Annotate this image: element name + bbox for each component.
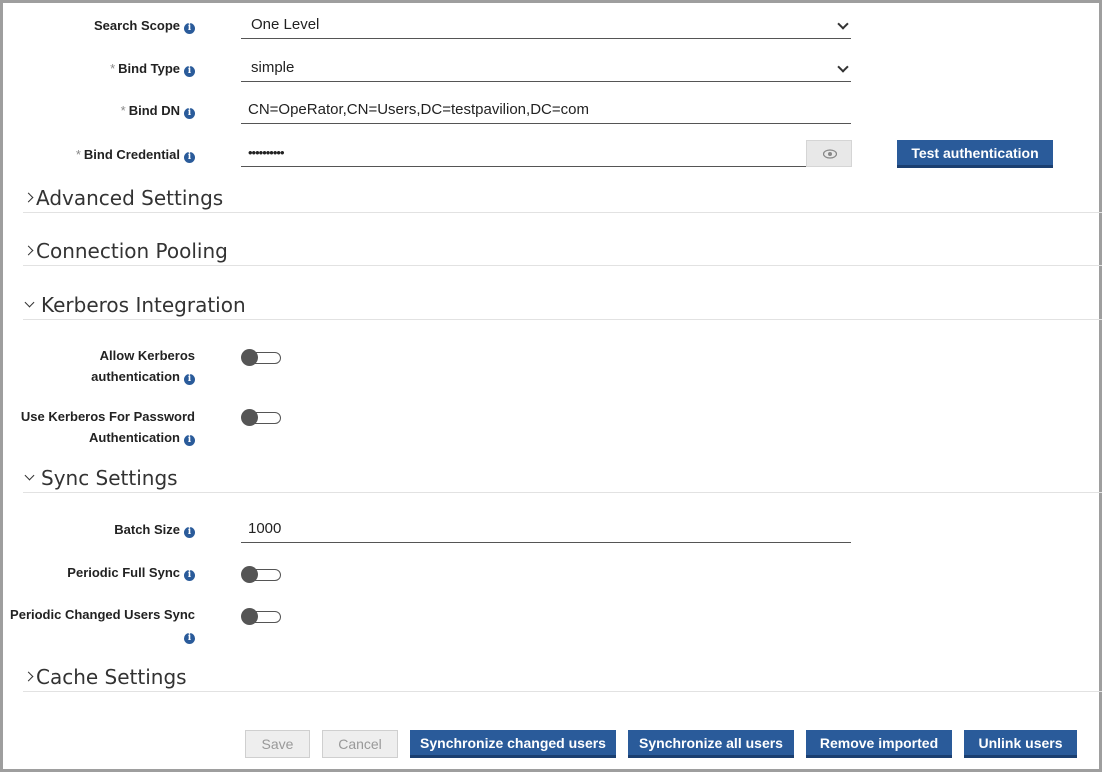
required-marker: * (75, 147, 81, 162)
required-marker: * (110, 61, 116, 76)
chevron-right-icon (23, 671, 34, 682)
remove-imported-button[interactable]: Remove imported (806, 730, 952, 758)
eye-icon (823, 149, 837, 159)
toggle-knob (241, 409, 258, 426)
section-cache-settings[interactable]: Cache Settings (23, 662, 1102, 692)
info-icon[interactable]: i (184, 23, 195, 34)
save-button[interactable]: Save (245, 730, 310, 758)
section-connection-pooling[interactable]: Connection Pooling (23, 236, 1102, 266)
search-scope-select[interactable]: One Level (241, 11, 851, 39)
batch-size-input[interactable]: 1000 (241, 515, 851, 543)
bind-credential-label: * Bind Credential i (76, 144, 195, 165)
use-kerberos-password-label: Use Kerberos For Password Authentication… (20, 409, 195, 446)
unlink-users-button[interactable]: Unlink users (964, 730, 1077, 758)
synchronize-all-users-button[interactable]: Synchronize all users (628, 730, 794, 758)
info-icon[interactable]: i (184, 527, 195, 538)
bind-dn-input[interactable]: CN=OpeRator,CN=Users,DC=testpavilion,DC=… (241, 96, 851, 124)
chevron-down-icon (837, 18, 849, 30)
chevron-down-icon (24, 470, 35, 481)
section-advanced-settings[interactable]: Advanced Settings (23, 183, 1102, 213)
info-icon[interactable]: i (184, 633, 195, 644)
allow-kerberos-label: Allow Kerberos authentication i (91, 348, 195, 385)
toggle-knob (241, 566, 258, 583)
allow-kerberos-toggle[interactable] (241, 349, 281, 366)
settings-panel: Search Scope i One Level * Bind Type i simp… (0, 0, 1102, 772)
chevron-right-icon (23, 245, 34, 256)
bind-credential-input[interactable]: •••••••••• (241, 139, 806, 167)
bind-type-select[interactable]: simple (241, 54, 851, 82)
cancel-button[interactable]: Cancel (322, 730, 398, 758)
periodic-changed-sync-label: Periodic Changed Users Sync i (10, 607, 195, 644)
toggle-knob (241, 349, 258, 366)
periodic-full-sync-toggle[interactable] (241, 566, 281, 583)
bind-dn-label: * Bind DN i (121, 100, 195, 121)
section-kerberos-integration[interactable]: Kerberos Integration (23, 290, 1102, 320)
info-icon[interactable]: i (184, 66, 195, 77)
toggle-knob (241, 608, 258, 625)
search-scope-label: Search Scope i (94, 15, 195, 36)
info-icon[interactable]: i (184, 108, 195, 119)
test-authentication-button[interactable]: Test authentication (897, 140, 1053, 168)
batch-size-label: Batch Size i (114, 519, 195, 540)
chevron-right-icon (23, 192, 34, 203)
info-icon[interactable]: i (184, 374, 195, 385)
info-icon[interactable]: i (184, 435, 195, 446)
section-sync-settings[interactable]: Sync Settings (23, 463, 1102, 493)
info-icon[interactable]: i (184, 152, 195, 163)
required-marker: * (120, 103, 126, 118)
periodic-full-sync-label: Periodic Full Sync i (67, 562, 195, 583)
show-password-button[interactable] (806, 140, 852, 167)
chevron-down-icon (24, 297, 35, 308)
bind-type-label: * Bind Type i (110, 58, 195, 79)
use-kerberos-password-toggle[interactable] (241, 409, 281, 426)
chevron-down-icon (837, 61, 849, 73)
synchronize-changed-users-button[interactable]: Synchronize changed users (410, 730, 616, 758)
info-icon[interactable]: i (184, 570, 195, 581)
periodic-changed-sync-toggle[interactable] (241, 608, 281, 625)
